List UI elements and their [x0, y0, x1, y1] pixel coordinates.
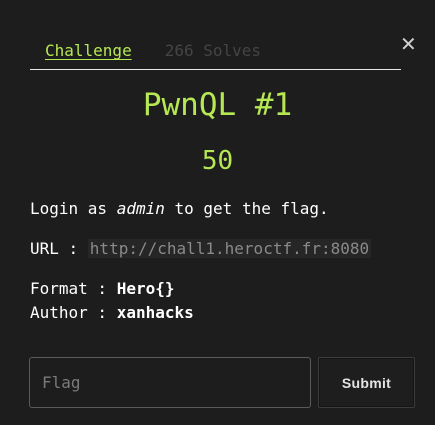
- url-label: URL :: [30, 239, 88, 258]
- flag-input[interactable]: [29, 357, 311, 408]
- challenge-title: PwnQL #1: [142, 87, 293, 123]
- desc-prefix: Login as: [30, 199, 117, 218]
- challenge-url[interactable]: http://chall1.heroctf.fr:8080: [87, 239, 372, 258]
- challenge-tabs: Challenge 266 Solves: [30, 40, 401, 70]
- tab-solves[interactable]: 266 Solves: [147, 40, 276, 69]
- tab-challenge[interactable]: Challenge: [30, 40, 147, 69]
- challenge-url-line: URL : http://chall1.heroctf.fr:8080: [30, 239, 372, 259]
- challenge-points: 50: [201, 146, 234, 176]
- challenge-modal: ✕ Challenge 266 Solves PwnQL #1 50 Login…: [0, 0, 435, 425]
- challenge-description: Login as admin to get the flag.: [30, 199, 329, 219]
- desc-emphasis: admin: [116, 199, 165, 218]
- submit-button[interactable]: Submit: [318, 357, 415, 408]
- author-value: xanhacks: [116, 303, 194, 322]
- close-icon[interactable]: ✕: [400, 34, 417, 54]
- challenge-author-line: Author : xanhacks: [30, 303, 194, 323]
- format-label: Format :: [30, 279, 117, 298]
- format-value: Hero{}: [116, 279, 175, 298]
- challenge-format-line: Format : Hero{}: [30, 279, 175, 299]
- author-label: Author :: [30, 303, 117, 322]
- desc-suffix: to get the flag.: [164, 199, 329, 218]
